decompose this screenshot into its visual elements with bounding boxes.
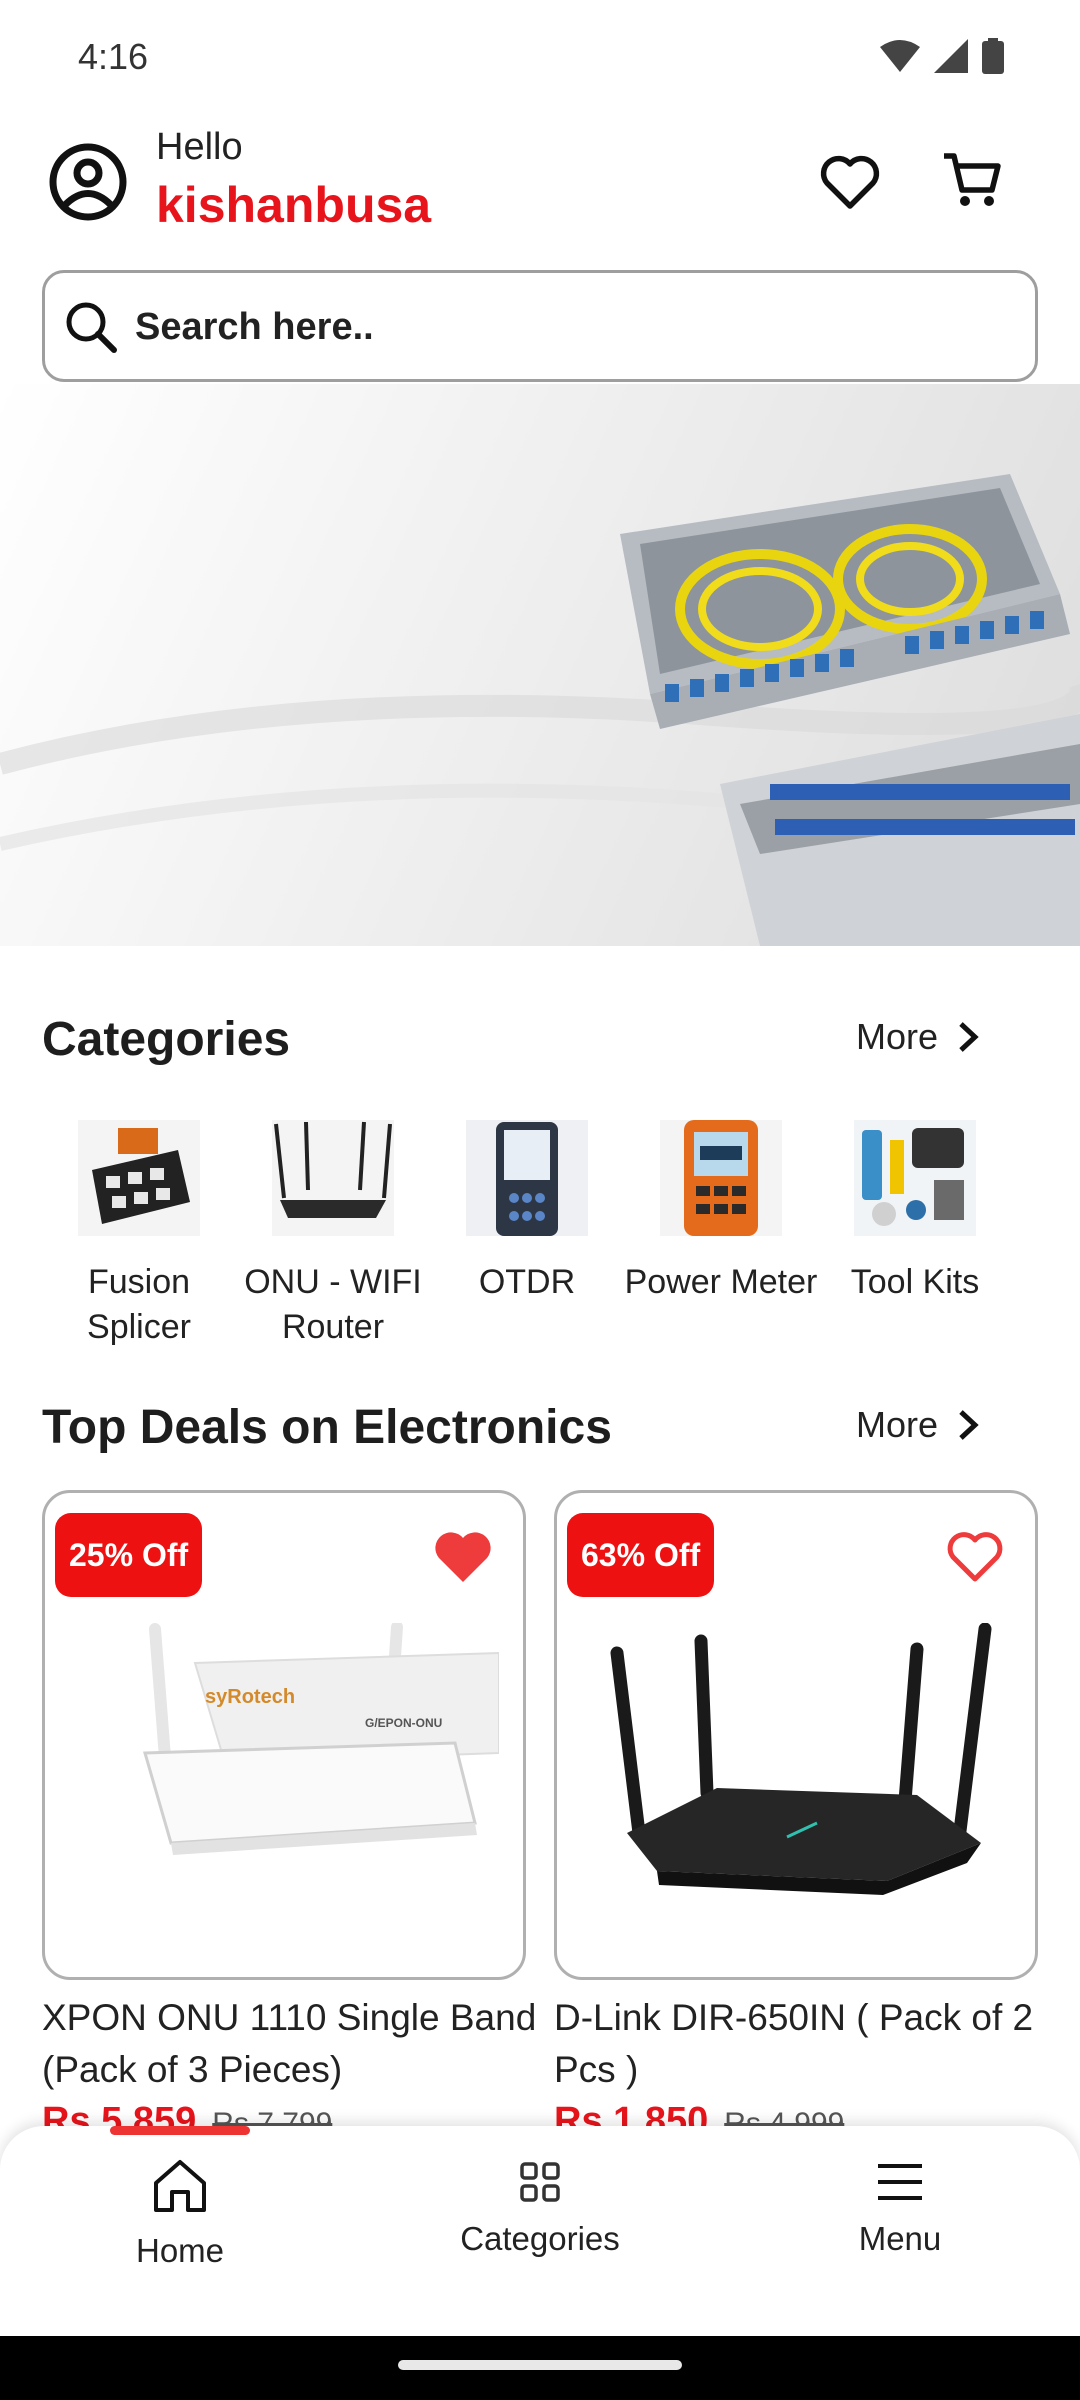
greeting-text: Hello xyxy=(156,126,243,168)
category-otdr[interactable]: OTDR xyxy=(430,1120,624,1305)
categories-row: Fusion Splicer ONU - WIFI Router OTDR Po… xyxy=(0,1120,1080,1360)
favorite-outline-heart-icon[interactable] xyxy=(945,1529,1005,1585)
fusion-splicer-image xyxy=(78,1120,200,1236)
promo-banner[interactable] xyxy=(0,384,1080,946)
more-label: More xyxy=(856,1404,939,1445)
bottom-navigation: Home Categories Menu xyxy=(0,2126,1080,2336)
chevron-right-icon xyxy=(959,1022,979,1052)
brand-logo-text: syRotech xyxy=(205,1686,295,1708)
tool-kit-image xyxy=(854,1120,976,1236)
product-card[interactable]: 25% Off syRotech G/EPON-ONU xyxy=(42,1490,526,1980)
categories-more-link[interactable]: More xyxy=(856,1016,980,1058)
nav-home[interactable]: Home xyxy=(60,2156,300,2270)
search-bar[interactable] xyxy=(42,270,1038,382)
category-label: OTDR xyxy=(478,1263,576,1301)
battery-icon xyxy=(982,38,1004,74)
product-name[interactable]: D-Link DIR-650IN ( Pack of 2 Pcs ) xyxy=(554,1992,1054,2096)
discount-badge: 25% Off xyxy=(55,1513,203,1597)
favorite-filled-heart-icon[interactable] xyxy=(433,1529,493,1585)
username-text: kishanbusa xyxy=(156,177,432,233)
categories-title: Categories xyxy=(42,1013,291,1066)
onu-device-image: syRotech G/EPON-ONU xyxy=(143,1623,499,1855)
category-onu-wifi-router[interactable]: ONU - WIFI Router xyxy=(236,1120,430,1350)
home-gesture-handle[interactable] xyxy=(398,2360,682,2370)
wifi-icon xyxy=(880,40,920,72)
category-label: Power Meter xyxy=(624,1263,818,1301)
status-bar: 4:16 xyxy=(0,0,1080,110)
dlink-router-image xyxy=(610,1623,992,1895)
nav-label: Categories xyxy=(460,2220,620,2257)
hamburger-menu-icon xyxy=(878,2164,922,2200)
status-time: 4:16 xyxy=(78,36,149,77)
category-fusion-splicer[interactable]: Fusion Splicer xyxy=(42,1120,236,1350)
nav-label: Menu xyxy=(858,2220,942,2257)
app-header: Hello kishanbusa xyxy=(0,120,1080,250)
nav-categories[interactable]: Categories xyxy=(420,2160,660,2258)
model-label-text: G/EPON-ONU xyxy=(365,1716,442,1730)
product-card[interactable]: 63% Off xyxy=(554,1490,1038,1980)
status-icons xyxy=(880,38,1004,74)
active-tab-indicator xyxy=(110,2126,250,2135)
deals-more-link[interactable]: More xyxy=(856,1404,980,1446)
search-icon xyxy=(66,302,117,353)
wishlist-heart-icon[interactable] xyxy=(818,150,882,214)
category-power-meter[interactable]: Power Meter xyxy=(624,1120,818,1305)
home-icon xyxy=(154,2160,206,2212)
fiber-patch-panel-image xyxy=(0,474,1080,946)
otdr-device-image xyxy=(466,1120,588,1236)
power-meter-image xyxy=(660,1120,782,1236)
nav-label: Home xyxy=(135,2232,225,2269)
search-input[interactable] xyxy=(135,299,1015,355)
discount-badge: 63% Off xyxy=(567,1513,715,1597)
profile-avatar-icon[interactable] xyxy=(48,142,128,222)
category-label: Fusion Splicer xyxy=(87,1263,191,1346)
wifi-router-image xyxy=(272,1120,394,1236)
category-tool-kits[interactable]: Tool Kits xyxy=(818,1120,1012,1305)
cart-icon[interactable] xyxy=(940,148,1004,212)
signal-icon xyxy=(934,39,968,73)
chevron-right-icon xyxy=(959,1410,979,1440)
category-label: ONU - WIFI Router xyxy=(244,1263,422,1346)
more-label: More xyxy=(856,1016,939,1057)
system-gesture-bar xyxy=(0,2336,1080,2400)
nav-menu[interactable]: Menu xyxy=(780,2160,1020,2258)
grid-icon xyxy=(520,2162,560,2202)
product-name[interactable]: XPON ONU 1110 Single Band (Pack of 3 Pie… xyxy=(42,1992,542,2096)
category-label: Tool Kits xyxy=(850,1263,980,1301)
deals-title: Top Deals on Electronics xyxy=(42,1401,612,1454)
